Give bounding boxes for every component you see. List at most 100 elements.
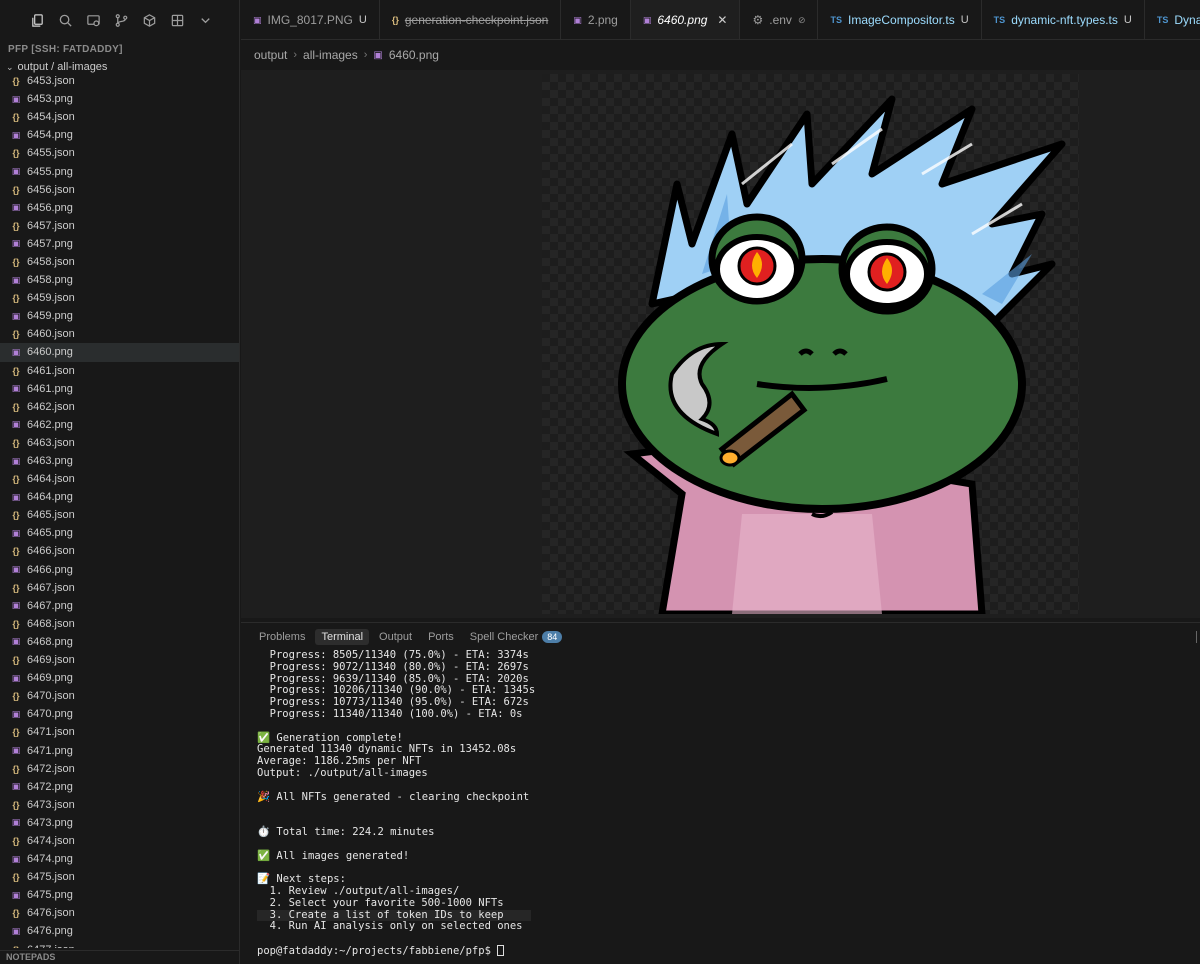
file-item[interactable]: ▣ 6465.png xyxy=(0,524,239,542)
file-item[interactable]: ▣ 6456.png xyxy=(0,199,239,217)
frog-nft-artwork xyxy=(618,95,1066,614)
terminal-cursor xyxy=(497,944,505,956)
file-item[interactable]: ▣ 6475.png xyxy=(0,886,239,904)
file-item[interactable]: {} 6476.json xyxy=(0,904,239,922)
image-preview-area xyxy=(241,70,1200,618)
file-item[interactable]: ▣ 6458.png xyxy=(0,271,239,289)
tab-label: 2.png xyxy=(587,13,618,27)
file-item[interactable]: ▣ 6455.png xyxy=(0,162,239,180)
source-control-icon[interactable] xyxy=(112,11,130,29)
chevron-right-icon: › xyxy=(293,49,298,61)
file-item[interactable]: {} 6455.json xyxy=(0,144,239,162)
file-item[interactable]: {} 6457.json xyxy=(0,217,239,235)
breadcrumb-item-file[interactable]: 6460.png xyxy=(389,48,439,62)
file-item[interactable]: {} 6474.json xyxy=(0,832,239,850)
file-item[interactable]: {} 6472.json xyxy=(0,760,239,778)
files-icon[interactable] xyxy=(28,11,46,29)
file-label: 6464.json xyxy=(27,473,75,486)
notepads-section-header[interactable]: NOTEPADS xyxy=(0,950,239,964)
file-label: 6461.json xyxy=(27,364,75,377)
file-item[interactable]: {} 6460.json xyxy=(0,325,239,343)
file-item[interactable]: {} 6468.json xyxy=(0,615,239,633)
file-item[interactable]: ▣ 6466.png xyxy=(0,561,239,579)
file-item[interactable]: ▣ 6473.png xyxy=(0,814,239,832)
file-item[interactable]: ▣ 6471.png xyxy=(0,741,239,759)
file-item[interactable]: {} 6471.json xyxy=(0,723,239,741)
file-item[interactable]: ▣ 6460.png xyxy=(0,343,239,362)
file-item[interactable]: ▣ 6470.png xyxy=(0,705,239,723)
tab-output[interactable]: Output xyxy=(373,629,418,645)
editor-tab[interactable]: ▣ IMG_8017.PNG U xyxy=(241,0,380,39)
file-item[interactable]: ▣ 6476.png xyxy=(0,922,239,940)
file-item[interactable]: ▣ 6454.png xyxy=(0,126,239,144)
panel-edge-marker xyxy=(1196,631,1200,643)
file-item[interactable]: ▣ 6472.png xyxy=(0,778,239,796)
file-item[interactable]: ▣ 6469.png xyxy=(0,669,239,687)
file-item[interactable]: ▣ 6459.png xyxy=(0,307,239,325)
breadcrumb-item-output[interactable]: output xyxy=(254,48,287,62)
editor-tab[interactable]: ⚙ .env ⊘ xyxy=(740,0,819,39)
json-file-icon: {} xyxy=(12,437,20,448)
terminal-line: 2. Select your favorite 500-1000 NFTs xyxy=(257,896,504,909)
editor-tab[interactable]: ▣ 6460.png ✕ xyxy=(630,0,741,39)
tab-terminal[interactable]: Terminal xyxy=(315,629,370,645)
file-item[interactable]: {} 6466.json xyxy=(0,542,239,560)
file-label: 6460.png xyxy=(27,346,73,359)
editor-tab[interactable]: TS Dyna xyxy=(1145,0,1200,39)
file-item[interactable]: {} 6453.json xyxy=(0,72,239,90)
nft-image-preview[interactable] xyxy=(542,74,1079,614)
file-item[interactable]: ▣ 6453.png xyxy=(0,90,239,108)
chevron-down-icon[interactable] xyxy=(196,11,214,29)
file-item[interactable]: ▣ 6468.png xyxy=(0,633,239,651)
file-item[interactable]: {} 6459.json xyxy=(0,289,239,307)
editor-tab[interactable]: {} generation-checkpoint.json xyxy=(380,0,562,39)
file-item[interactable]: ▣ 6464.png xyxy=(0,488,239,506)
tab-spell-checker[interactable]: Spell Checker 84 xyxy=(464,629,569,645)
file-item[interactable]: ▣ 6457.png xyxy=(0,235,239,253)
activity-toolbar xyxy=(0,0,239,40)
json-file-icon: {} xyxy=(12,872,20,883)
file-item[interactable]: {} 6465.json xyxy=(0,506,239,524)
workspace-title[interactable]: PFP [SSH: FATDADDY] xyxy=(0,40,239,58)
file-item[interactable]: {} 6458.json xyxy=(0,253,239,271)
image-file-icon: ▣ xyxy=(11,274,21,285)
file-item[interactable]: {} 6454.json xyxy=(0,108,239,126)
editor-tab-bar: ▣ IMG_8017.PNG U {} generation-checkpoint.js… xyxy=(241,0,1200,40)
file-item[interactable]: {} 6462.json xyxy=(0,398,239,416)
file-item[interactable]: {} 6473.json xyxy=(0,796,239,814)
json-file-icon: {} xyxy=(12,655,20,666)
file-item[interactable]: {} 6475.json xyxy=(0,868,239,886)
breadcrumb: output › all-images › ▣ 6460.png xyxy=(254,46,439,64)
file-item[interactable]: {} 6464.json xyxy=(0,470,239,488)
editor-tab[interactable]: TS ImageCompositor.ts U xyxy=(818,0,982,39)
tab-ports[interactable]: Ports xyxy=(422,629,460,645)
close-icon[interactable]: ✕ xyxy=(717,13,727,27)
file-item[interactable]: ▣ 6474.png xyxy=(0,850,239,868)
tab-label: ImageCompositor.ts xyxy=(848,13,955,27)
json-file-icon: {} xyxy=(12,474,20,485)
file-item[interactable]: {} 6456.json xyxy=(0,181,239,199)
editor-tab[interactable]: ▣ 2.png xyxy=(561,0,631,39)
editor-tab[interactable]: TS dynamic-nft.types.ts U xyxy=(982,0,1145,39)
file-item[interactable]: ▣ 6463.png xyxy=(0,452,239,470)
file-item[interactable]: {} 6463.json xyxy=(0,434,239,452)
file-item[interactable]: {} 6469.json xyxy=(0,651,239,669)
extensions-cube-icon[interactable] xyxy=(140,11,158,29)
image-file-icon: ▣ xyxy=(11,817,21,828)
file-item[interactable]: ▣ 6467.png xyxy=(0,597,239,615)
breadcrumb-item-all-images[interactable]: all-images xyxy=(303,48,358,62)
search-icon[interactable] xyxy=(56,11,74,29)
file-item[interactable]: {} 6467.json xyxy=(0,579,239,597)
file-item[interactable]: ▣ 6462.png xyxy=(0,416,239,434)
file-item[interactable]: ▣ 6461.png xyxy=(0,380,239,398)
ts-icon: TS xyxy=(993,15,1006,25)
remote-explorer-icon[interactable] xyxy=(84,11,102,29)
image-file-icon: ▣ xyxy=(11,600,21,611)
terminal-output[interactable]: Progress: 8505/11340 (75.0%) - ETA: 3374… xyxy=(257,650,1197,960)
file-item[interactable]: {} 6470.json xyxy=(0,687,239,705)
extensions-grid-icon[interactable] xyxy=(168,11,186,29)
file-item[interactable]: {} 6461.json xyxy=(0,362,239,380)
file-item[interactable]: {} 6477.json xyxy=(0,941,239,948)
tab-problems[interactable]: Problems xyxy=(253,629,311,645)
